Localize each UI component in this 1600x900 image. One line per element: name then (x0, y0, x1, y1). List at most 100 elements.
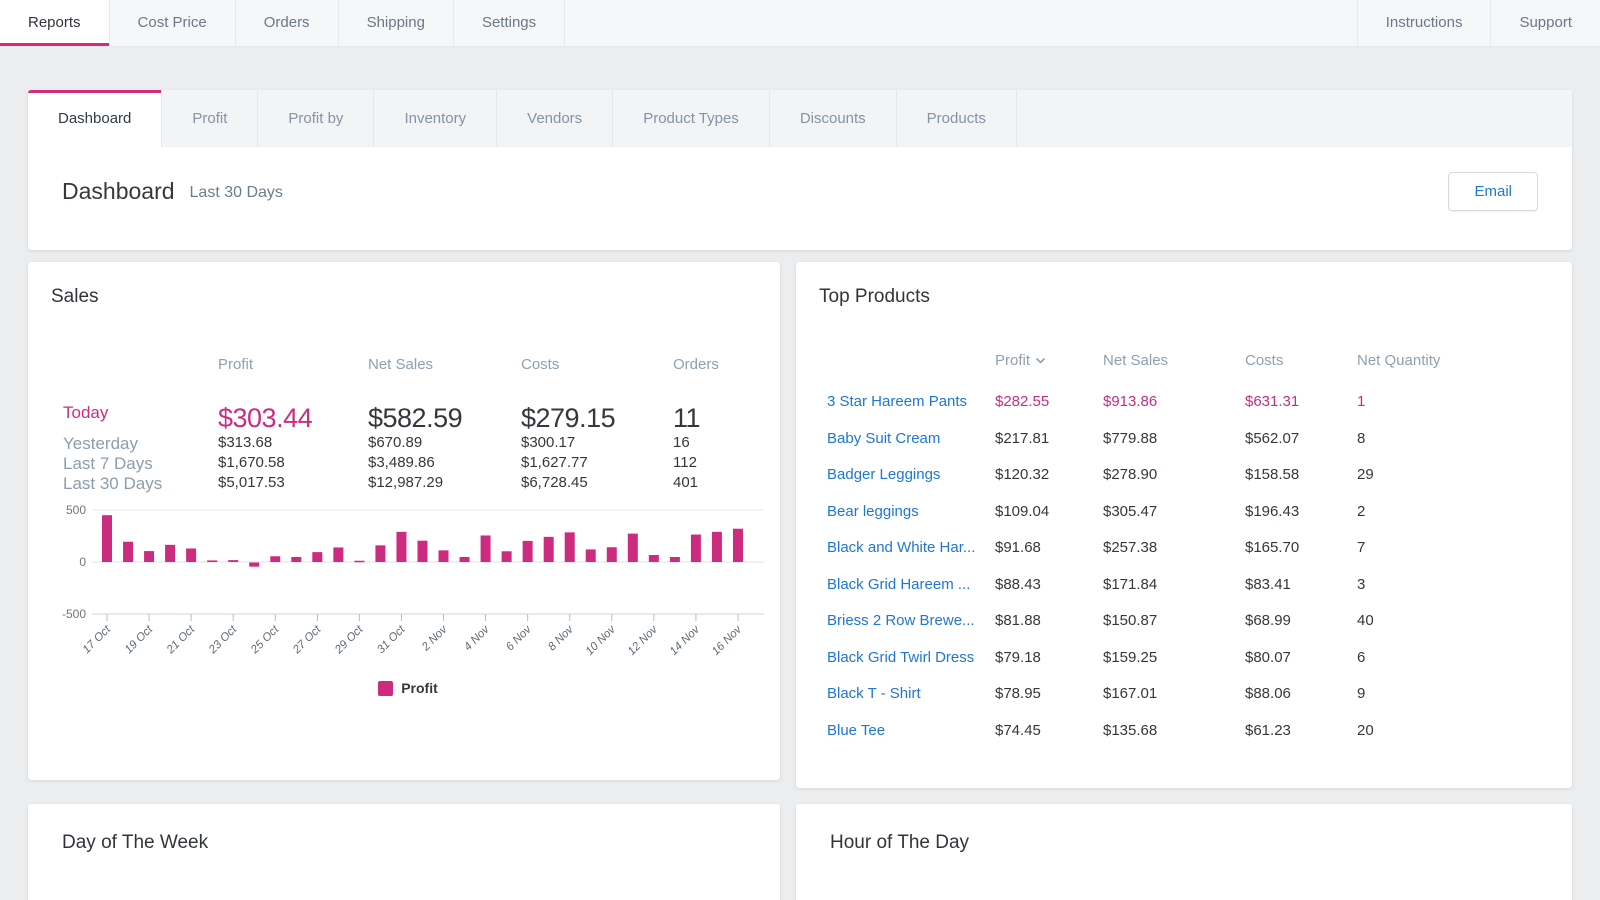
sales-value-text: $1,670.58 (218, 454, 285, 471)
sales-value-text: $313.68 (218, 434, 272, 451)
sales-value: 11 (673, 403, 780, 434)
nav-item-settings[interactable]: Settings (454, 0, 565, 46)
product-value-text: 29 (1357, 466, 1374, 503)
sales-card: Sales ProfitNet SalesCostsOrdersToday$30… (28, 262, 780, 780)
sales-row-label-text: Last 7 Days (63, 454, 153, 473)
products-col-header-net-sales[interactable]: Net Sales (1103, 352, 1245, 393)
product-link-black-grid-twirl-dress[interactable]: Black Grid Twirl Dress (827, 649, 995, 686)
product-value: $79.18 (995, 649, 1103, 686)
svg-text:4 Nov: 4 Nov (462, 623, 493, 654)
nav-item-instructions[interactable]: Instructions (1357, 0, 1491, 46)
top-nav-left: ReportsCost PriceOrdersShippingSettings (0, 0, 565, 46)
products-col-header-net-quantity[interactable]: Net Quantity (1357, 352, 1548, 393)
svg-text:29 Oct: 29 Oct (332, 623, 366, 657)
svg-text:23 Oct: 23 Oct (206, 623, 240, 657)
sales-row-label-text: Yesterday (63, 434, 138, 453)
sales-value: $300.17 (521, 434, 673, 454)
product-link-briess-2-row-brewe[interactable]: Briess 2 Row Brewe... (827, 612, 995, 649)
product-link-baby-suit-cream[interactable]: Baby Suit Cream (827, 430, 995, 467)
tab-discounts[interactable]: Discounts (770, 90, 897, 147)
top-nav-right: InstructionsSupport (1357, 0, 1600, 46)
product-value-text: $305.47 (1103, 503, 1157, 540)
product-link-black-grid-hareem[interactable]: Black Grid Hareem ... (827, 576, 995, 613)
report-header: Dashboard Last 30 Days Email (28, 147, 1572, 250)
product-value-text: $120.32 (995, 466, 1049, 503)
product-value: $91.68 (995, 539, 1103, 576)
nav-item-support[interactable]: Support (1490, 0, 1600, 46)
sales-value-text: 16 (673, 434, 690, 451)
svg-text:8 Nov: 8 Nov (546, 623, 577, 654)
sales-summary-table: ProfitNet SalesCostsOrdersToday$303.44$5… (63, 356, 780, 494)
tab-vendors[interactable]: Vendors (497, 90, 613, 147)
sales-value-text: $5,017.53 (218, 474, 285, 491)
sales-card-title: Sales (51, 286, 780, 308)
svg-text:0: 0 (79, 555, 86, 569)
product-value-text: $88.43 (995, 576, 1041, 613)
product-value-text: $135.68 (1103, 722, 1157, 759)
product-link-bear-leggings[interactable]: Bear leggings (827, 503, 995, 540)
tab-inventory[interactable]: Inventory (374, 90, 497, 147)
product-value-text: $165.70 (1245, 539, 1299, 576)
product-value-text: 9 (1357, 685, 1365, 722)
tab-dashboard[interactable]: Dashboard (28, 90, 162, 147)
day-of-week-title: Day of The Week (62, 832, 780, 854)
svg-text:500: 500 (66, 503, 86, 517)
product-value-text: $79.18 (995, 649, 1041, 686)
product-value: 40 (1357, 612, 1548, 649)
svg-text:21 Oct: 21 Oct (164, 623, 198, 657)
product-link-black-and-white-har[interactable]: Black and White Har... (827, 539, 995, 576)
product-value: 6 (1357, 649, 1548, 686)
product-link-blue-tee[interactable]: Blue Tee (827, 722, 995, 759)
nav-item-shipping[interactable]: Shipping (339, 0, 454, 46)
product-value: $257.38 (1103, 539, 1245, 576)
product-value: $88.43 (995, 576, 1103, 613)
sales-value: $5,017.53 (218, 474, 368, 494)
nav-item-orders[interactable]: Orders (236, 0, 339, 46)
product-value: $158.58 (1245, 466, 1357, 503)
product-link-badger-leggings[interactable]: Badger Leggings (827, 466, 995, 503)
sort-descending-chevron-icon (1035, 357, 1046, 364)
sales-chart-svg: 5000-50017 Oct19 Oct21 Oct23 Oct25 Oct27… (52, 496, 764, 674)
product-value-text: 6 (1357, 649, 1365, 686)
legend-label: Profit (401, 680, 438, 696)
product-link-black-t-shirt[interactable]: Black T - Shirt (827, 685, 995, 722)
sales-profit-bar-chart: 5000-50017 Oct19 Oct21 Oct23 Oct25 Oct27… (52, 496, 780, 674)
product-value: $74.45 (995, 722, 1103, 759)
tab-profit[interactable]: Profit (162, 90, 258, 147)
product-value: 20 (1357, 722, 1548, 759)
sales-value: $1,670.58 (218, 454, 368, 474)
products-col-spacer (827, 352, 995, 393)
product-value-text: $158.58 (1245, 466, 1299, 503)
product-value: 3 (1357, 576, 1548, 613)
email-button[interactable]: Email (1448, 172, 1538, 211)
nav-item-reports[interactable]: Reports (0, 0, 110, 46)
legend-swatch-profit (378, 681, 393, 696)
product-value-text: $779.88 (1103, 430, 1157, 467)
svg-text:16 Nov: 16 Nov (710, 623, 745, 658)
product-value-text: $282.55 (995, 393, 1049, 430)
product-value: $305.47 (1103, 503, 1245, 540)
products-col-header-costs[interactable]: Costs (1245, 352, 1357, 393)
sales-value: $582.59 (368, 403, 521, 434)
tab-profit-by[interactable]: Profit by (258, 90, 374, 147)
sales-value: $3,489.86 (368, 454, 521, 474)
nav-item-cost-price[interactable]: Cost Price (110, 0, 236, 46)
svg-text:-500: -500 (62, 607, 86, 621)
product-value-text: $109.04 (995, 503, 1049, 540)
products-col-header-profit[interactable]: Profit (995, 352, 1103, 393)
hour-of-day-card: Hour of The Day 800 (796, 804, 1572, 900)
product-value: $165.70 (1245, 539, 1357, 576)
product-value-text: 7 (1357, 539, 1365, 576)
bottom-cards-row: Day of The Week 400 Hour of The Day 800 (28, 804, 1572, 900)
day-of-week-card: Day of The Week 400 (28, 804, 780, 900)
product-value: 8 (1357, 430, 1548, 467)
tab-products[interactable]: Products (897, 90, 1017, 147)
product-value: $135.68 (1103, 722, 1245, 759)
sales-value: $303.44 (218, 403, 368, 434)
sales-value: $12,987.29 (368, 474, 521, 494)
product-value-text: $159.25 (1103, 649, 1157, 686)
svg-text:6 Nov: 6 Nov (504, 623, 535, 654)
product-value: $282.55 (995, 393, 1103, 430)
tab-product-types[interactable]: Product Types (613, 90, 770, 147)
product-link-3-star-hareem-pants[interactable]: 3 Star Hareem Pants (827, 393, 995, 430)
